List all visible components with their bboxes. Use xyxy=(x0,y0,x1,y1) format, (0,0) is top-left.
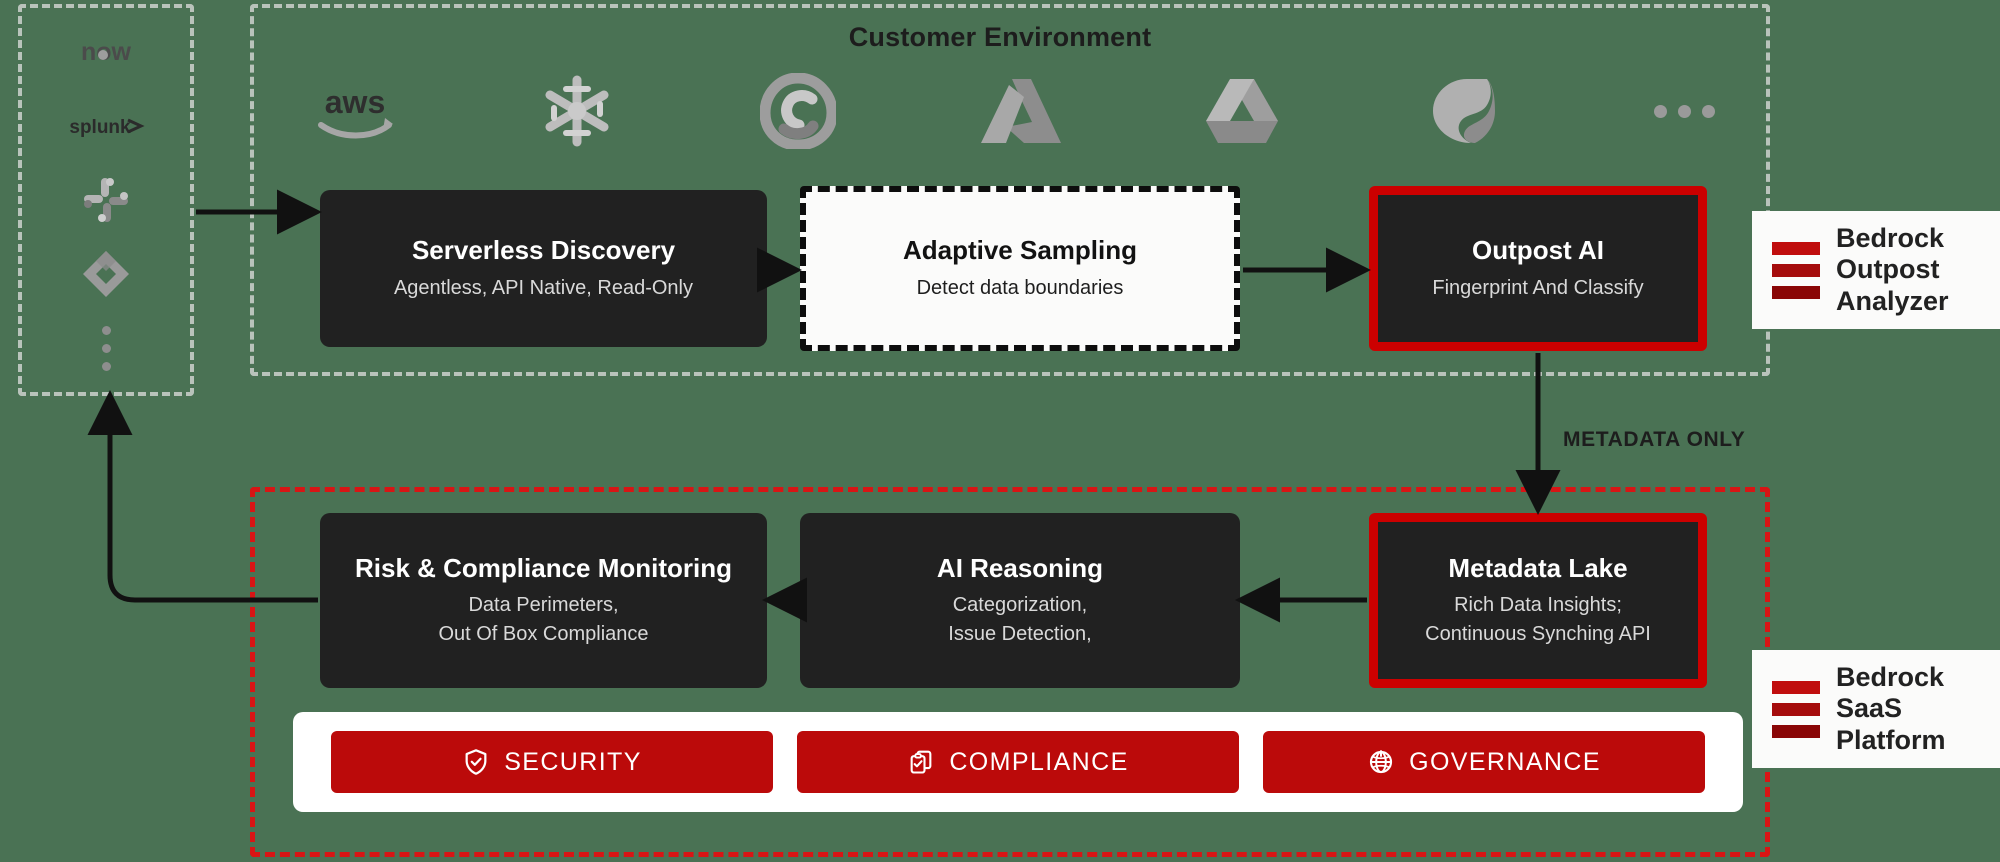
customer-environment-title: Customer Environment xyxy=(848,22,1152,52)
node-metadata-lake[interactable]: Metadata Lake Rich Data Insights; Contin… xyxy=(1369,513,1707,688)
legend-bar xyxy=(1772,241,1820,255)
shield-check-icon xyxy=(465,749,487,775)
legend-line: SaaS xyxy=(1836,693,1903,724)
capability-pill-strip: SECURITY COMPLIANCE GOVERNANCE xyxy=(293,712,1743,812)
legend-line: Bedrock xyxy=(1836,223,1945,254)
diagram-canvas: Customer Environment METADATA ONLY now s… xyxy=(0,0,2000,862)
svg-text:aws: aws xyxy=(325,84,385,120)
legend-line: Platform xyxy=(1836,724,1946,755)
pill-label: GOVERNANCE xyxy=(1409,747,1601,776)
globe-icon xyxy=(1370,750,1393,774)
legend-line: Outpost xyxy=(1836,254,1940,285)
legend-bedrock-outpost-analyzer: Bedrock Outpost Analyzer xyxy=(1752,211,2000,329)
pill-label: COMPLIANCE xyxy=(949,747,1129,776)
node-subtitle: Detect data boundaries xyxy=(917,274,1124,302)
node-title: AI Reasoning xyxy=(936,552,1104,583)
splunk-logo: splunk xyxy=(66,102,146,150)
more-clouds-dots xyxy=(1630,73,1740,149)
google-drive-logo xyxy=(1187,73,1297,149)
node-title: Serverless Discovery xyxy=(411,234,676,265)
node-subtitle-line: Rich Data Insights; xyxy=(1454,594,1622,617)
node-subtitle-line: Data Perimeters, xyxy=(468,594,619,617)
legend-bedrock-saas-platform: Bedrock SaaS Platform xyxy=(1752,650,2000,768)
legend-bar xyxy=(1772,263,1820,277)
legend-label: Bedrock Outpost Analyzer xyxy=(1836,223,1949,317)
legend-color-bars xyxy=(1772,680,1820,738)
node-subtitle-line: Issue Detection, xyxy=(948,622,1092,645)
legend-bar xyxy=(1772,702,1820,716)
node-subtitle-line: Continuous Synching API xyxy=(1425,622,1651,645)
pill-security[interactable]: SECURITY xyxy=(331,731,773,793)
legend-bar xyxy=(1772,285,1820,299)
aws-logo: aws xyxy=(300,73,410,149)
node-title: Outpost AI xyxy=(1472,234,1604,265)
node-title: Adaptive Sampling xyxy=(902,234,1138,265)
legend-bar xyxy=(1772,680,1820,694)
node-subtitle: Fingerprint And Classify xyxy=(1432,274,1643,302)
azure-logo xyxy=(965,73,1075,149)
node-subtitle-line: Categorization, xyxy=(952,594,1088,617)
source-systems-rail: now splunk xyxy=(18,4,194,396)
legend-label: Bedrock SaaS Platform xyxy=(1836,662,1946,756)
pill-compliance[interactable]: COMPLIANCE xyxy=(797,731,1239,793)
legend-line: Bedrock xyxy=(1836,662,1945,693)
legend-color-bars xyxy=(1772,241,1820,299)
metadata-only-label: METADATA ONLY xyxy=(1563,428,1746,451)
google-cloud-logo xyxy=(743,73,853,149)
node-subtitle-line: Fingerprint And Classify xyxy=(1432,276,1644,299)
node-risk-compliance-monitoring[interactable]: Risk & Compliance Monitoring Data Perime… xyxy=(320,513,767,688)
pill-label: SECURITY xyxy=(504,747,642,776)
cloud-logos-row: aws xyxy=(300,72,1740,150)
node-title: Risk & Compliance Monitoring xyxy=(354,552,733,583)
node-subtitle: Rich Data Insights; Continuous Synching … xyxy=(1425,591,1651,648)
node-title: Metadata Lake xyxy=(1448,552,1628,583)
office365-logo xyxy=(1408,73,1518,149)
clipboard-check-icon xyxy=(910,750,932,774)
snowflake-logo xyxy=(522,73,632,149)
node-subtitle: Data Perimeters, Out Of Box Compliance xyxy=(438,591,648,648)
node-serverless-discovery[interactable]: Serverless Discovery Agentless, API Nati… xyxy=(320,190,767,347)
node-subtitle: Categorization, Issue Detection, xyxy=(948,591,1091,648)
node-subtitle: Agentless, API Native, Read-Only xyxy=(394,274,693,302)
node-subtitle-line: Detect data boundaries xyxy=(916,276,1124,299)
pill-governance[interactable]: GOVERNANCE xyxy=(1263,731,1705,793)
jira-logo xyxy=(66,250,146,298)
node-subtitle-line: Out Of Box Compliance xyxy=(438,622,649,645)
more-sources-dots xyxy=(66,324,146,372)
svg-text:splunk: splunk xyxy=(69,117,131,138)
legend-line: Analyzer xyxy=(1836,285,1949,316)
node-subtitle-line: Agentless, API Native, Read-Only xyxy=(393,276,694,299)
node-outpost-ai[interactable]: Outpost AI Fingerprint And Classify xyxy=(1369,186,1707,351)
node-ai-reasoning[interactable]: AI Reasoning Categorization, Issue Detec… xyxy=(800,513,1240,688)
node-adaptive-sampling[interactable]: Adaptive Sampling Detect data boundaries xyxy=(800,186,1240,351)
servicenow-logo: now xyxy=(66,28,146,76)
slack-logo xyxy=(66,176,146,224)
legend-bar xyxy=(1772,724,1820,738)
